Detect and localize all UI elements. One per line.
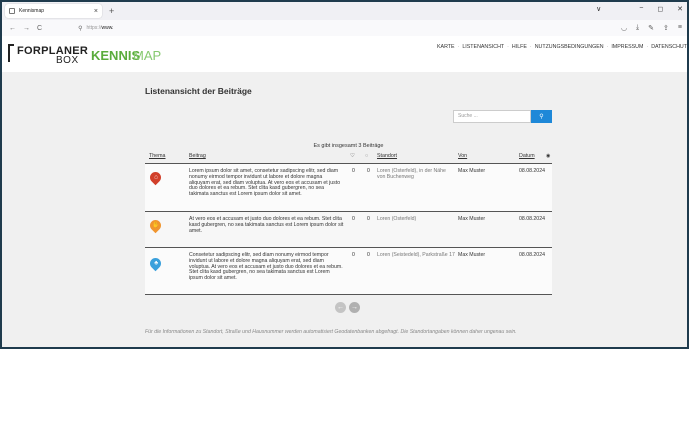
maximize-icon[interactable]: ◻	[657, 5, 663, 13]
tab-bar: Kennismap × + ∨ − ◻ ✕	[2, 2, 687, 20]
page-icon	[9, 8, 15, 14]
row-text: Consetetur sadipscing elitr, sed diam no…	[189, 252, 343, 282]
row-comments: 0	[367, 168, 370, 174]
logo-bracket	[8, 44, 14, 62]
address-bar[interactable]: ⚲ https://www.	[78, 25, 113, 32]
column-von[interactable]: Von	[458, 153, 467, 159]
row-likes: 0	[352, 216, 355, 222]
nav-hilfe[interactable]: HILFE	[512, 44, 527, 50]
close-tab-icon[interactable]: ×	[94, 8, 98, 15]
navigation-bar: ← → C ⚲ https://www. ◡ ⤓ ✎ ⇪ ≡	[2, 20, 687, 37]
row-place[interactable]: Loren (Seistedeld), Parkstraße 17	[377, 252, 455, 259]
nav-impressum[interactable]: IMPRESSUM	[611, 44, 643, 50]
tab-title: Kennismap	[19, 8, 45, 14]
column-datum[interactable]: Datum	[519, 153, 535, 159]
magnifier-icon: ⚲	[539, 114, 544, 120]
column-standort[interactable]: Standort	[377, 153, 397, 159]
search-icon: ⚲	[78, 25, 83, 32]
column-thema[interactable]: Thema	[149, 153, 166, 159]
nav-nutzungsbedingungen[interactable]: NUTZUNGSBEDINGUNGEN	[535, 44, 604, 50]
logo-map: MAP	[133, 48, 162, 63]
page-title: Listenansicht der Beiträge	[145, 86, 252, 96]
row-date: 08.08.2024	[519, 216, 545, 222]
pocket-icon[interactable]: ◡	[621, 24, 627, 32]
menu-icon[interactable]: ≡	[678, 24, 682, 32]
tree-icon: ♣	[147, 255, 164, 272]
main-navigation: KARTE · LISTENANSICHT · HILFE · NUTZUNGS…	[437, 44, 687, 50]
new-tab-button[interactable]: +	[109, 6, 114, 16]
download-icon[interactable]: ⤓	[636, 24, 639, 32]
nav-listenansicht[interactable]: LISTENANSICHT	[462, 44, 504, 50]
minimize-icon[interactable]: −	[639, 5, 643, 13]
location-disclaimer: Für die Informationen zu Standort, Straß…	[145, 329, 517, 335]
nav-separator: ·	[457, 44, 460, 50]
reload-icon[interactable]: C	[37, 25, 42, 32]
row-user: Max Muster	[458, 168, 486, 174]
next-page-button[interactable]: →	[349, 302, 360, 313]
tab-kennismap[interactable]: Kennismap ×	[5, 4, 102, 18]
likes-icon[interactable]: ♡	[350, 153, 355, 159]
scroll-right-arrow-icon[interactable]: ▸	[680, 348, 683, 349]
column-beitrag[interactable]: Beitrag	[189, 153, 206, 159]
scroll-left-arrow-icon[interactable]: ◂	[6, 348, 9, 349]
row-place[interactable]: Loren (Osterfeld)	[377, 216, 455, 223]
url-text: https://www.	[86, 25, 114, 31]
site-header: FORPLANER BOX KENNIS MAP KARTE · LISTENA…	[2, 36, 687, 72]
sort-icon[interactable]: ◉	[546, 153, 550, 159]
row-text: Lorem ipsum dolor sit amet, consetetur s…	[189, 168, 341, 198]
row-likes: 0	[352, 168, 355, 174]
row-user: Max Muster	[458, 216, 486, 222]
table-row[interactable]: ⌂ Lorem ipsum dolor sit amet, consetetur…	[145, 164, 552, 212]
share-icon[interactable]: ⇪	[663, 24, 669, 32]
pagination: ← →	[335, 302, 360, 313]
table-row[interactable]: ✋ At vero eos et accusam et justo duo do…	[145, 212, 552, 248]
browser-window: Kennismap × + ∨ − ◻ ✕ ← → C ⚲ https://ww…	[0, 0, 689, 349]
hand-icon: ✋	[147, 217, 164, 234]
close-window-icon[interactable]: ✕	[677, 5, 683, 13]
table-row[interactable]: ♣ Consetetur sadipscing elitr, sed diam …	[145, 248, 552, 295]
row-date: 08.08.2024	[519, 168, 545, 174]
nav-separator: ·	[646, 44, 649, 50]
comments-icon[interactable]: ◌	[365, 153, 368, 159]
nav-separator: ·	[529, 44, 532, 50]
nav-datenschutz[interactable]: DATENSCHUT	[651, 44, 687, 50]
row-comments: 0	[367, 216, 370, 222]
search-button[interactable]: ⚲	[531, 110, 552, 123]
row-date: 08.08.2024	[519, 252, 545, 258]
nav-karte[interactable]: KARTE	[437, 44, 455, 50]
search-input[interactable]: Suche ...	[453, 110, 531, 123]
previous-page-button[interactable]: ←	[335, 302, 346, 313]
row-user: Max Muster	[458, 252, 486, 258]
nav-separator: ·	[507, 44, 509, 50]
back-icon[interactable]: ←	[9, 25, 16, 32]
nav-separator: ·	[606, 44, 609, 50]
row-text: At vero eos et accusam et justo duo dolo…	[189, 216, 344, 234]
extension-icon[interactable]: ✎	[648, 24, 654, 32]
toolbar-icons: ◡ ⤓ ✎ ⇪ ≡	[621, 24, 682, 32]
house-icon: ⌂	[147, 169, 164, 186]
window-controls: ∨ − ◻ ✕	[596, 5, 683, 13]
table-header: Thema Beitrag ♡ ◌ Standort Von Datum ◉	[145, 153, 552, 162]
forward-icon[interactable]: →	[23, 25, 30, 32]
row-comments: 0	[367, 252, 370, 258]
main-content: Listenansicht der Beiträge Suche ... ⚲ E…	[2, 72, 687, 349]
logo-box: BOX	[56, 55, 79, 66]
post-count: Es gibt insgesamt 3 Beiträge	[313, 143, 384, 149]
row-place[interactable]: Loren (Osterfeld), in der Nähe von Buche…	[377, 168, 455, 181]
tab-list-chevron-icon[interactable]: ∨	[596, 5, 601, 13]
row-likes: 0	[352, 252, 355, 258]
